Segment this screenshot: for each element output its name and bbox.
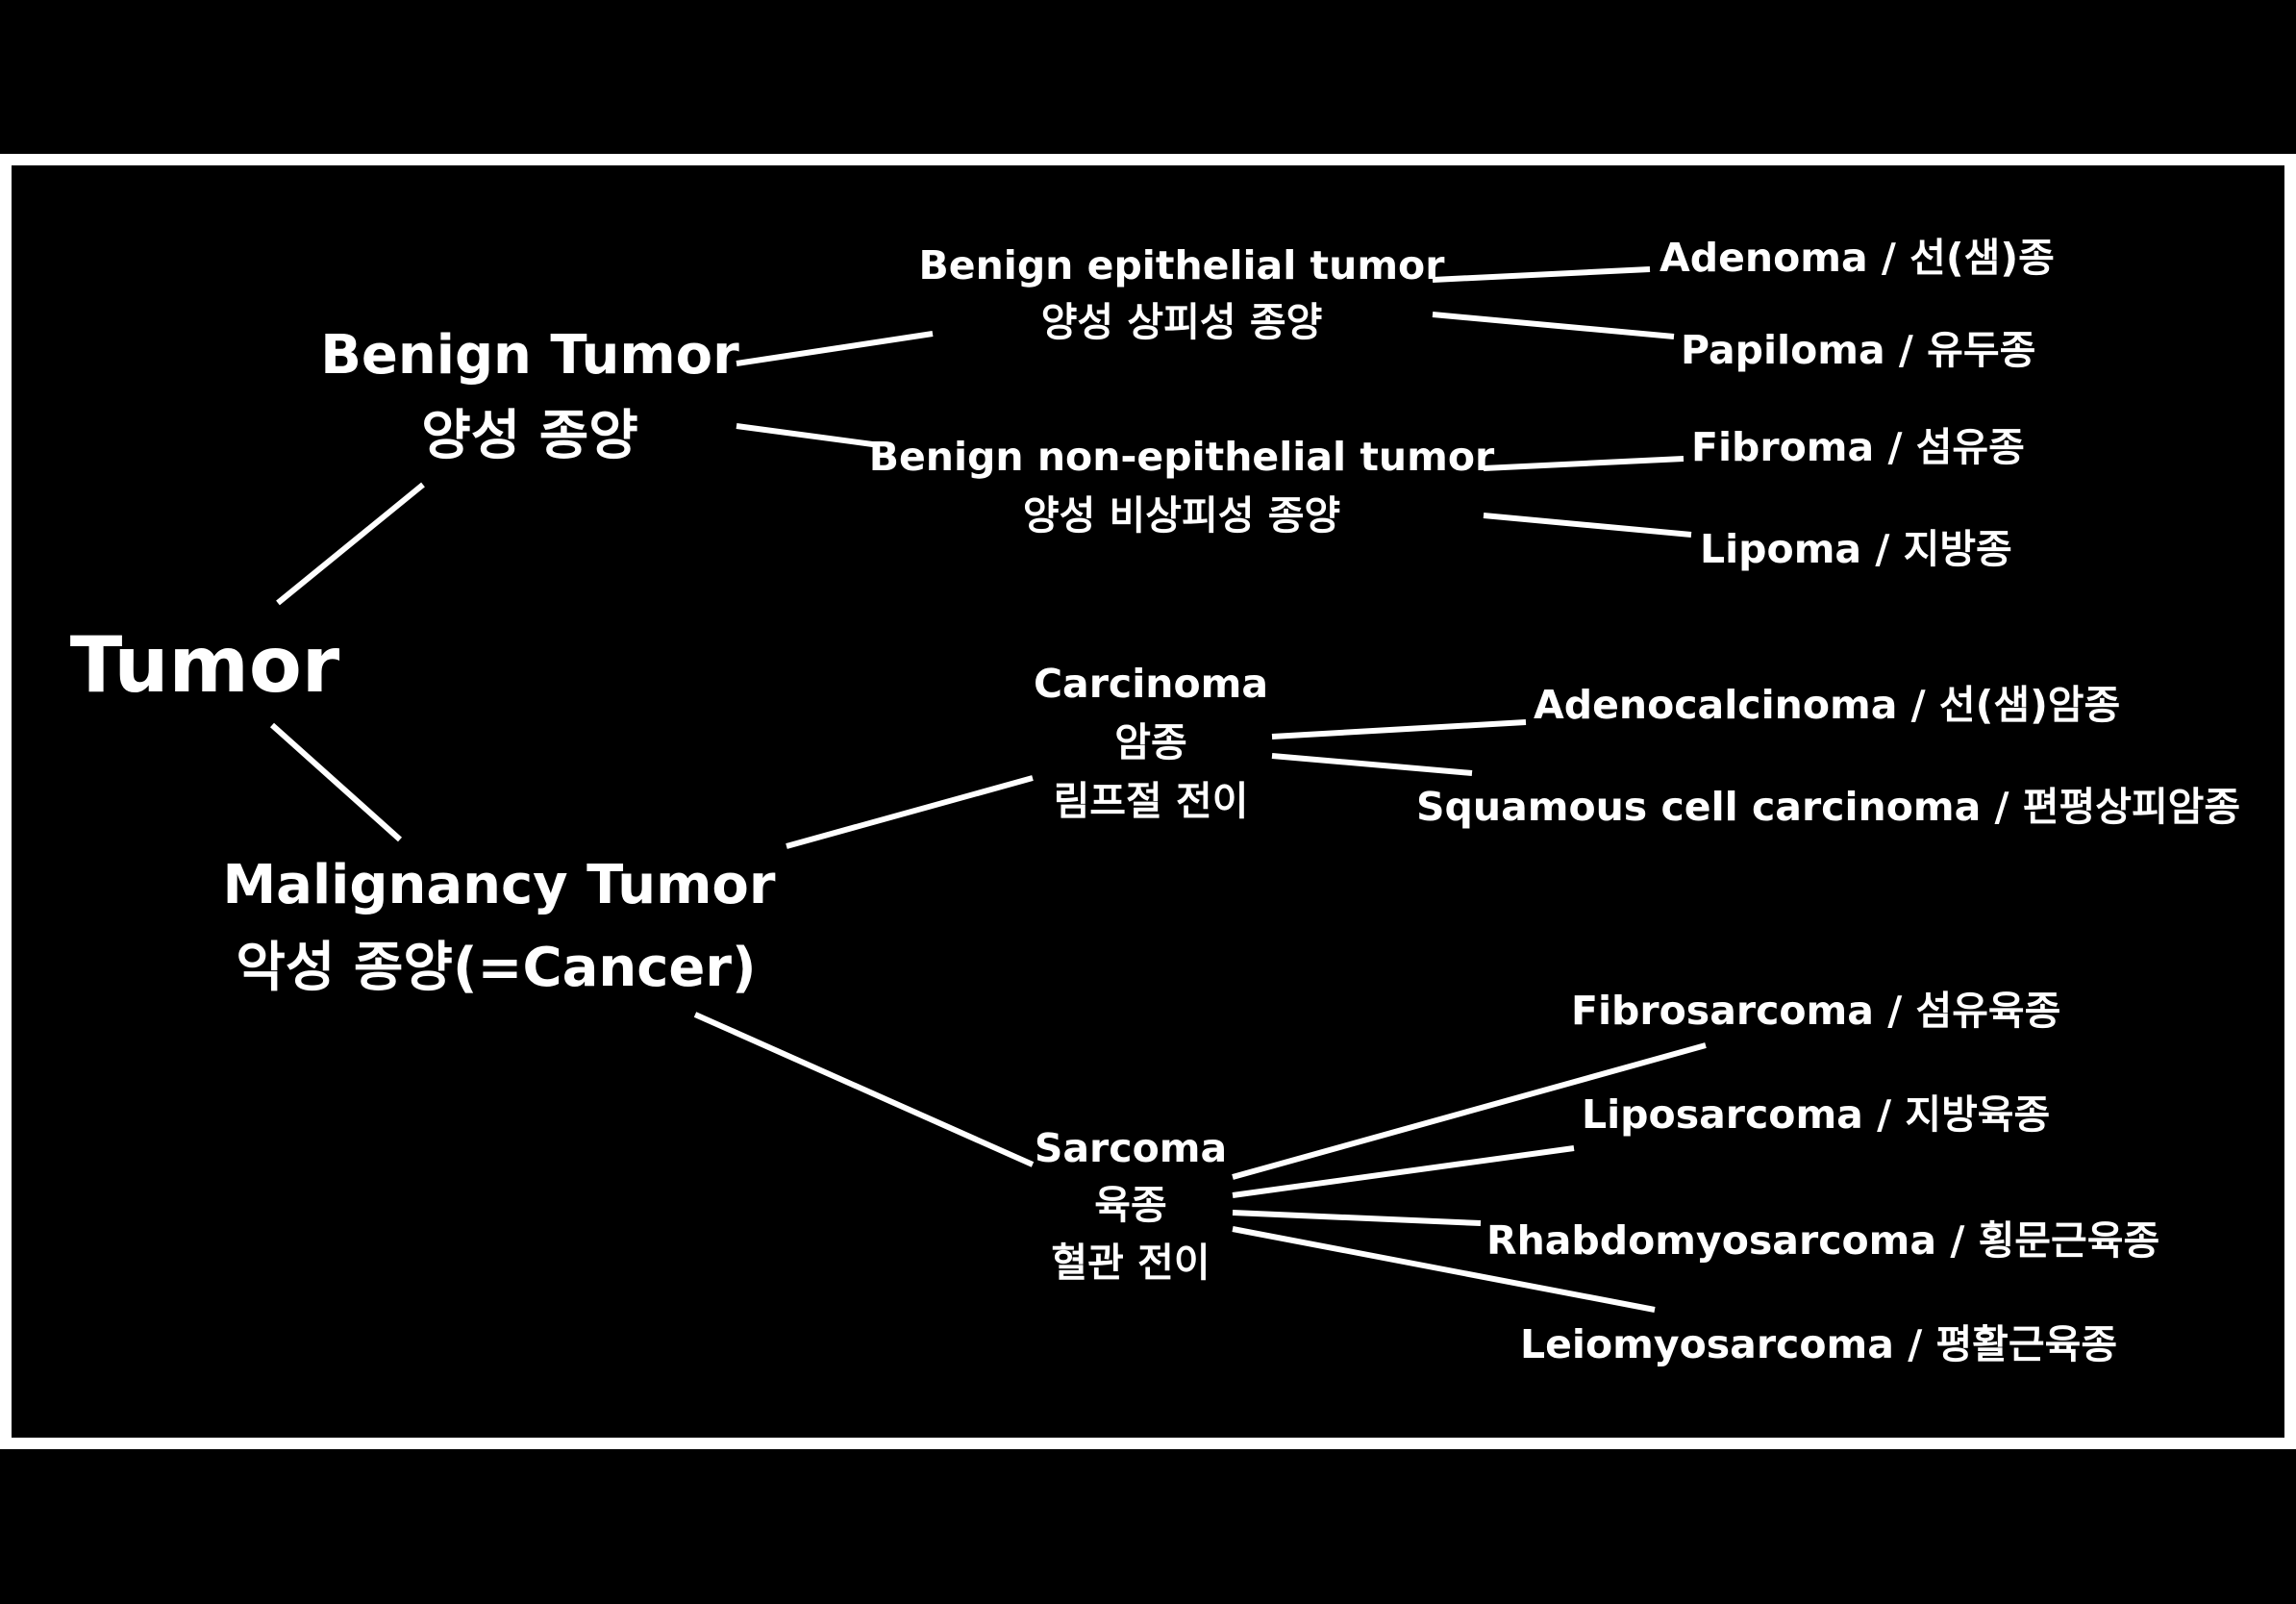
- leaf-papiloma: Papiloma / 유두종: [1681, 327, 2035, 373]
- malignant-tumor-label-ko: 악성 종양(=Cancer): [236, 937, 756, 999]
- leaf-lipoma: Lipoma / 지방종: [1700, 526, 2012, 572]
- benign-tumor-label-en: Benign Tumor: [320, 324, 739, 387]
- sarcoma-label-en: Sarcoma: [1035, 1125, 1227, 1171]
- carcinoma-label-en: Carcinoma: [1034, 661, 1268, 707]
- leaf-rhabdomyosarcoma: Rhabdomyosarcoma / 횡문근육종: [1486, 1217, 2159, 1264]
- tumor-classification-diagram: Tumor Benign Tumor 양성 종양 Malignancy Tumo…: [0, 0, 2296, 1604]
- nonepithelial-label-en: Benign non-epithelial tumor: [869, 434, 1495, 480]
- malignant-tumor-label-en: Malignancy Tumor: [222, 854, 775, 916]
- epithelial-label-ko: 양성 상피성 종양: [1041, 299, 1323, 345]
- nonepithelial-label-ko: 양성 비상피성 종양: [1023, 492, 1340, 539]
- sarcoma-label-ko: 육종: [1094, 1182, 1166, 1228]
- root-node-tumor: Tumor: [70, 620, 340, 710]
- carcinoma-label-ko: 암종: [1114, 719, 1186, 765]
- leaf-adenocarcinoma: Adenocalcinoma / 선(샘)암종: [1534, 682, 2120, 728]
- leaf-leiomyosarcoma: Leiomyosarcoma / 평활근육종: [1520, 1321, 2117, 1367]
- leaf-squamous-cell-carcinoma: Squamous cell carcinoma / 편평상피암종: [1416, 784, 2240, 830]
- leaf-fibroma: Fibroma / 섬유종: [1691, 424, 2025, 470]
- leaf-adenoma: Adenoma / 선(샘)종: [1660, 235, 2055, 281]
- leaf-fibrosarcoma: Fibrosarcoma / 섬유육종: [1571, 988, 2060, 1034]
- leaf-liposarcoma: Liposarcoma / 지방육종: [1582, 1091, 2050, 1138]
- sarcoma-note: 혈관 전이: [1051, 1240, 1210, 1286]
- benign-tumor-label-ko: 양성 종양: [421, 405, 638, 467]
- carcinoma-note: 림프절 전이: [1054, 778, 1249, 824]
- epithelial-label-en: Benign epithelial tumor: [919, 242, 1446, 288]
